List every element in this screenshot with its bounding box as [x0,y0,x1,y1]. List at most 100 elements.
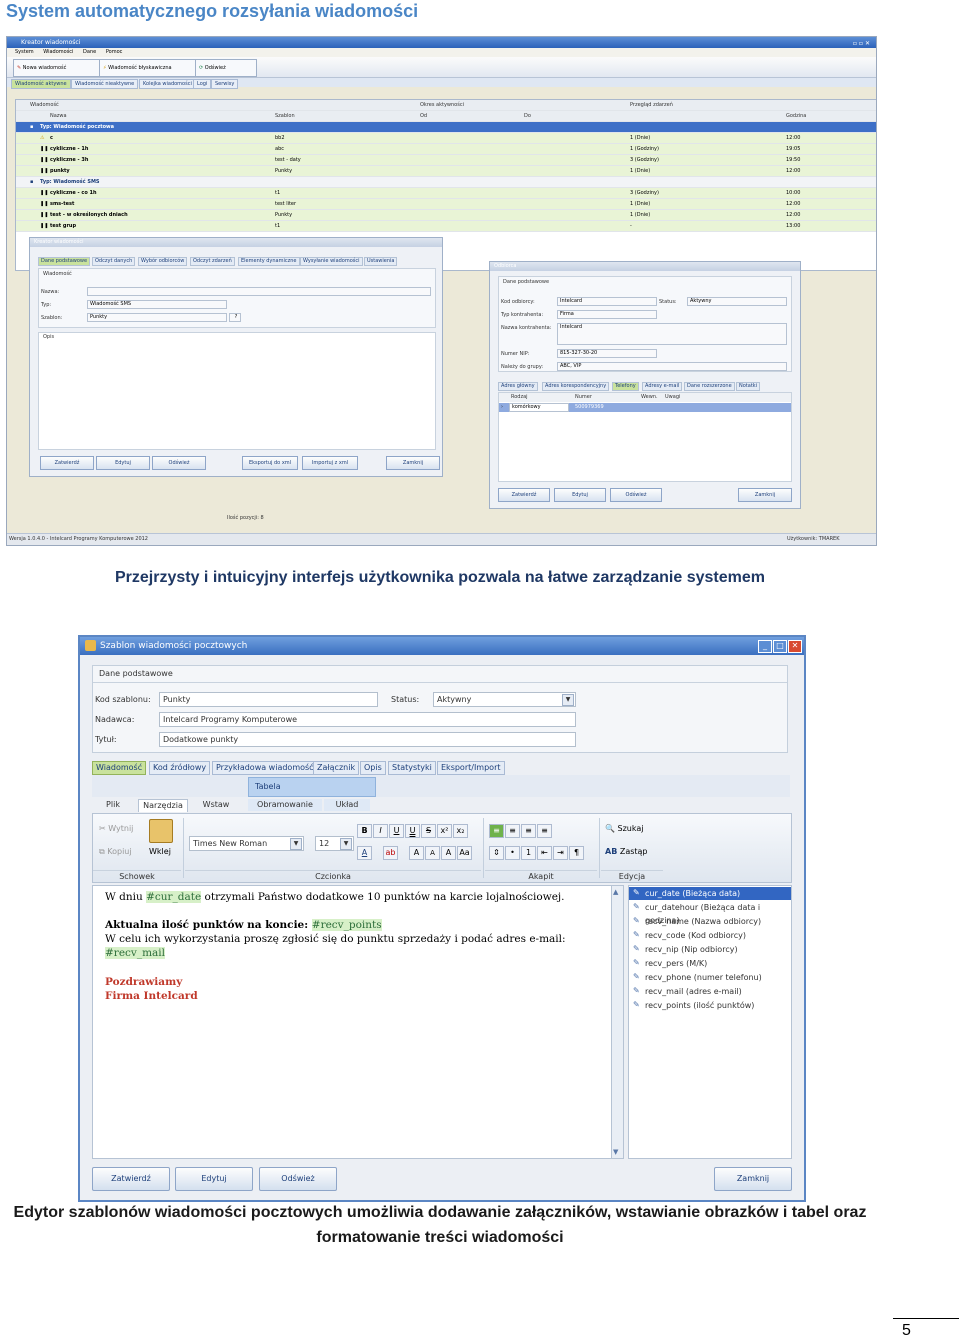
table-row[interactable]: ⚠ c bb2 1 (Dnie) 12:00 [16,133,876,144]
table-row[interactable]: ❚❚ punkty Punkty 1 (Dnie) 12:00 [16,166,876,177]
wizard-refresh-button[interactable]: Odśwież [152,456,206,470]
bullets-icon[interactable]: • [505,846,520,860]
wizard-export-button[interactable]: Eksportuj do xml [242,456,298,470]
wizard-edit-button[interactable]: Edytuj [96,456,150,470]
recipient-status-field[interactable]: Aktywny [687,297,787,306]
highlight-icon[interactable]: ab [383,846,398,860]
close-icon[interactable]: ✕ [788,640,802,653]
tab-sample[interactable]: Przykładowa wiadomość [212,761,318,775]
refresh-button[interactable]: Odśwież [259,1167,337,1191]
superscript-icon[interactable]: x² [437,824,452,838]
menu-wiadomosci[interactable]: Wiadomości [43,49,73,55]
table-row[interactable]: › komórkowy 500979369 [499,403,791,412]
recipient-tab-mail-address[interactable]: Adres korespondencyjny [542,382,610,391]
list-item[interactable]: ✎ recv_code (Kod odbiorcy) [629,929,791,942]
wizard-tab-settings[interactable]: Ustawienia [364,257,398,266]
wizard-tab-dynamic[interactable]: Elementy dynamiczne [238,257,300,266]
italic-icon[interactable]: I [373,824,388,838]
editor-scrollbar[interactable]: ▲ ▼ [611,885,624,1159]
recipient-refresh-button[interactable]: Odśwież [610,488,662,502]
edit-button[interactable]: Edytuj [175,1167,253,1191]
list-item[interactable]: ✎ recv_name (Nazwa odbiorcy) [629,915,791,928]
tab-inactive-messages[interactable]: Wiadomość nieaktywne [71,79,139,89]
menu-dane[interactable]: Dane [83,49,96,55]
font-color-icon[interactable]: A [357,846,372,860]
wizard-tab-read[interactable]: Odczyt danych [92,257,136,266]
recipient-tab-extended[interactable]: Dane rozszerzone [684,382,735,391]
group-row-sms[interactable]: ▪ Typ: Wiadomość SMS [16,177,876,188]
table-row[interactable]: ❚❚ cykliczne - co 1h t1 3 (Godziny) 10:00 [16,188,876,199]
recipient-tab-phones[interactable]: Telefony [612,382,639,391]
recipient-tab-emails[interactable]: Adresy e-mail [642,382,683,391]
col-nazwa[interactable]: Nazwa [50,111,67,121]
var-tag-cur-date[interactable]: #cur_date [146,891,202,903]
status-select[interactable]: Aktywny ▼ [433,692,576,707]
col-godzina[interactable]: Godzina [786,111,806,121]
font-select[interactable]: Times New Roman ▼ [189,836,304,851]
table-context-tab[interactable]: Tabela [248,777,376,797]
recipient-tab-notes[interactable]: Notatki [736,382,761,391]
menu-system[interactable]: System [15,49,34,55]
tab-queue[interactable]: Kolejka wiadomości [139,79,196,89]
tab-logs[interactable]: Logi [193,79,212,89]
recipient-type-field[interactable]: Firma [557,310,657,319]
ribbon-tab-insert[interactable]: Wstaw [198,799,234,811]
ribbon-tab-layout[interactable]: Układ [324,799,370,811]
wizard-import-button[interactable]: Importuj z xml [302,456,358,470]
wizard-name-input[interactable] [87,287,431,296]
table-row[interactable]: ❚❚ sms-test test liter 1 (Dnie) 12:00 [16,199,876,210]
tab-description[interactable]: Opis [360,761,386,775]
var-tag-recv-points[interactable]: #recv_points [311,919,382,931]
refresh-button[interactable]: ⟳ Odśwież [195,59,257,77]
list-item[interactable]: ✎ recv_phone (numer telefonu) [629,971,791,984]
message-editor[interactable]: W dniu #cur_date otrzymali Państwo dodat… [92,885,612,1159]
replace-button[interactable]: AB Zastąp [605,847,648,856]
tab-statistics[interactable]: Statystyki [388,761,436,775]
tab-export-import[interactable]: Eksport/Import [437,761,505,775]
new-message-button[interactable]: ✎ Nowa wiadomość [13,59,101,77]
numbering-icon[interactable]: 1 [521,846,536,860]
outdent-icon[interactable]: ⇤ [537,846,552,860]
recipient-edit-button[interactable]: Edytuj [554,488,606,502]
underline-icon[interactable]: U [389,824,404,838]
paste-icon[interactable] [149,819,173,843]
chevron-down-icon[interactable]: ▼ [290,838,302,850]
align-center-icon[interactable]: ≡ [505,824,520,838]
wizard-template-select[interactable]: Punkty [87,313,227,322]
instant-message-button[interactable]: ⚡ Wiadomość błyskawiczna [99,59,199,77]
col-szablon[interactable]: Szablon [275,111,295,121]
ribbon-tab-file[interactable]: Plik [102,799,124,811]
menu-pomoc[interactable]: Pomoc [106,49,123,55]
paste-button[interactable]: Wklej [149,847,171,856]
maximize-icon[interactable]: □ [773,640,787,653]
recipient-close-button[interactable]: Zamknij [738,488,792,502]
chevron-down-icon[interactable]: ▼ [340,838,352,850]
ribbon-tab-tools[interactable]: Narzędzia [138,799,188,812]
wizard-description-area[interactable]: Opis [38,332,436,450]
font-size-select[interactable]: 12 ▼ [315,836,354,851]
strikethrough-icon[interactable]: S [421,824,436,838]
list-item[interactable]: ✎ recv_pers (M/K) [629,957,791,970]
chevron-down-icon[interactable]: ▼ [562,694,574,706]
phone-kind-select[interactable]: komórkowy [509,403,569,412]
table-row[interactable]: ❚❚ test - w określonych dniach Punkty 1 (D… [16,210,876,221]
subscript-icon[interactable]: x₂ [453,824,468,838]
tab-active-messages[interactable]: Wiadomość aktywne [11,79,71,89]
ribbon-tab-border[interactable]: Obramowanie [248,799,322,811]
minimize-icon[interactable]: _ [758,640,772,653]
col-od[interactable]: Od [420,111,427,121]
line-spacing-icon[interactable]: ⇕ [489,846,504,860]
wizard-type-select[interactable]: Wiadomość SMS [87,300,227,309]
table-row[interactable]: ❚❚ cykliczne - 3h test - daty 3 (Godziny) 1… [16,155,876,166]
table-row[interactable]: ❚❚ test grup t1-13:00 [16,221,876,232]
indent-icon[interactable]: ⇥ [553,846,568,860]
close-button[interactable]: Zamknij [714,1167,792,1191]
wizard-confirm-button[interactable]: Zatwierdź [40,456,94,470]
template-help-button[interactable]: ? [229,313,241,322]
list-item[interactable]: ✎ cur_datehour (Bieżąca data i godzina) [629,901,791,926]
wizard-tab-events[interactable]: Odczyt zdarzeń [190,257,235,266]
sender-input[interactable]: Intelcard Programy Komputerowe [159,712,576,727]
copy-button[interactable]: ⧉ Kopiuj [99,847,132,857]
window-controls[interactable]: ▫▫✕ [853,38,872,49]
recipient-tab-main-address[interactable]: Adres główny [498,382,538,391]
